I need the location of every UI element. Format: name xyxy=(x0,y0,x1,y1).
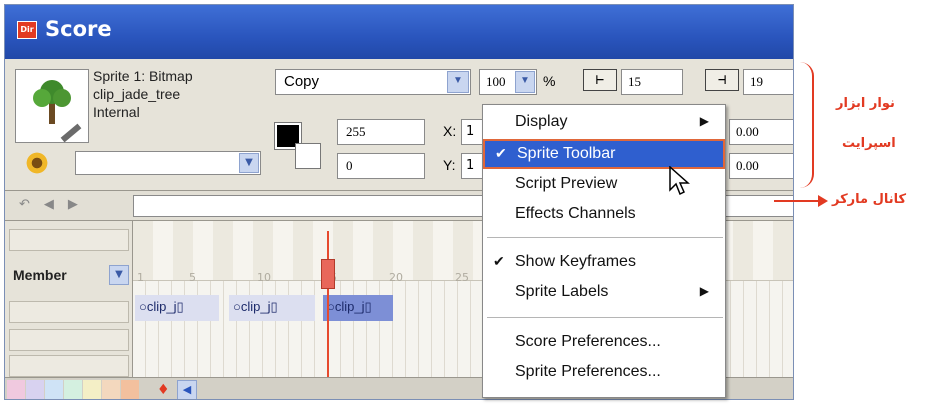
menu-item-label: Sprite Labels xyxy=(515,283,609,300)
chevron-down-icon[interactable]: ▼ xyxy=(515,71,535,93)
menu-separator xyxy=(487,237,723,238)
annotation-marker-channel: کانال مارکر xyxy=(832,192,907,207)
menu-item-label: Script Preview xyxy=(515,175,618,192)
skew-field[interactable]: 0.00 xyxy=(729,153,793,179)
blend-dropdown[interactable]: 100 ▼ xyxy=(479,69,537,95)
frame-number: 25 xyxy=(455,271,469,284)
menu-item-label: Show Keyframes xyxy=(515,253,636,270)
menu-item-label: Sprite Toolbar xyxy=(517,145,616,162)
playhead-handle[interactable] xyxy=(321,259,335,289)
menu-item-sprite-toolbar[interactable]: ✔ Sprite Toolbar xyxy=(483,139,725,169)
sprite-span-label: clip_j xyxy=(146,299,177,314)
frame-number: 20 xyxy=(389,271,403,284)
sprite-span-label: clip_j xyxy=(240,299,271,314)
sprite-span-selected[interactable]: ○clip_j▯ xyxy=(323,295,393,321)
mouse-pointer-icon xyxy=(669,166,690,196)
menu-separator xyxy=(487,317,723,318)
playhead-line xyxy=(327,231,329,377)
sprite-info: Sprite 1: Bitmap clip_jade_tree Internal xyxy=(93,67,193,121)
sprite-number-type: Sprite 1: Bitmap xyxy=(93,68,193,84)
background-color-field[interactable]: 0 xyxy=(337,153,425,179)
rotation-field[interactable]: 0.00 xyxy=(729,119,793,145)
background-color-chip[interactable] xyxy=(295,143,321,169)
annotation-arrow-icon xyxy=(774,195,828,207)
menu-item-label: Score Preferences... xyxy=(515,333,661,350)
behavior-inspector-icon[interactable] xyxy=(25,151,49,175)
color-chip[interactable] xyxy=(64,380,82,399)
submenu-arrow-icon: ▶ xyxy=(699,114,709,128)
color-chip[interactable] xyxy=(45,380,63,399)
sprite-span-label: clip_j xyxy=(334,299,365,314)
color-chip[interactable] xyxy=(7,380,25,399)
menu-item-score-preferences[interactable]: Score Preferences... xyxy=(483,329,725,359)
display-mode-label: Member xyxy=(13,267,67,283)
menu-item-label: Sprite Preferences... xyxy=(515,363,661,380)
color-chip[interactable] xyxy=(83,380,101,399)
window-title: Score xyxy=(45,17,112,41)
x-label: X: xyxy=(443,123,457,139)
annotation-bracket xyxy=(800,62,814,188)
checkmark-icon: ✔ xyxy=(493,253,505,269)
menu-item-sprite-preferences[interactable]: Sprite Preferences... xyxy=(483,359,725,389)
menu-item-sprite-labels[interactable]: Sprite Labels ▶ xyxy=(483,279,725,309)
menu-item-show-keyframes[interactable]: ✔ Show Keyframes xyxy=(483,249,725,279)
blend-value: 100 xyxy=(486,74,506,89)
ink-dropdown[interactable]: Copy ▼ xyxy=(275,69,471,95)
start-frame-field[interactable]: 15 xyxy=(621,69,683,95)
chevron-down-icon[interactable]: ▼ xyxy=(109,265,129,285)
marker-nav-icons[interactable]: ↶◀▶ xyxy=(19,197,92,212)
menu-item-display[interactable]: Display ▶ xyxy=(483,109,725,139)
color-chip[interactable] xyxy=(121,380,139,399)
playhead-indicator-icon: ♦ xyxy=(157,382,170,398)
chevron-down-icon[interactable]: ▼ xyxy=(239,153,259,173)
title-bar[interactable]: Dir Score xyxy=(5,5,793,59)
frame-number: 5 xyxy=(189,271,196,284)
start-frame-icon: ⊢ xyxy=(583,69,617,91)
channel-1-header[interactable] xyxy=(9,301,129,323)
frame-number: 1 xyxy=(137,271,144,284)
color-chip[interactable] xyxy=(26,380,44,399)
sprite-cast-library: Internal xyxy=(93,104,140,120)
annotation-sprite-toolbar-line1: نوار ابزار xyxy=(836,96,895,111)
channel-2-header[interactable] xyxy=(9,329,129,351)
sprite-member-name: clip_jade_tree xyxy=(93,86,181,102)
scroll-left-arrow-icon[interactable]: ◀ xyxy=(177,380,197,399)
end-frame-field[interactable]: 19 xyxy=(743,69,793,95)
submenu-arrow-icon: ▶ xyxy=(699,284,709,298)
menu-item-effects-channels[interactable]: Effects Channels xyxy=(483,201,725,231)
edit-pencil-icon xyxy=(60,123,82,143)
chevron-down-icon[interactable]: ▼ xyxy=(447,71,469,93)
behavior-dropdown[interactable]: ▼ xyxy=(75,151,261,175)
director-app-icon: Dir xyxy=(17,21,37,39)
menu-item-label: Effects Channels xyxy=(515,205,636,222)
ink-value: Copy xyxy=(284,73,320,90)
y-label: Y: xyxy=(443,157,456,173)
end-frame-icon: ⊣ xyxy=(705,69,739,91)
annotation-sprite-toolbar-line2: اسپرایت xyxy=(842,136,896,151)
sprite-thumbnail[interactable] xyxy=(15,69,89,143)
sprite-span[interactable]: ○clip_j▯ xyxy=(135,295,219,321)
channel-toggle[interactable] xyxy=(9,229,129,251)
frame-number: 10 xyxy=(257,271,271,284)
checkmark-icon: ✔ xyxy=(495,145,507,161)
channel-3-header[interactable] xyxy=(9,355,129,377)
tree-thumbnail-icon xyxy=(33,80,71,124)
score-context-menu: Display ▶ ✔ Sprite Toolbar Script Previe… xyxy=(482,104,726,398)
foreground-color-field[interactable]: 255 xyxy=(337,119,425,145)
blend-percent-label: % xyxy=(543,73,556,89)
channel-headers: Member ▼ xyxy=(5,221,133,399)
sprite-color-chips[interactable] xyxy=(7,380,140,399)
color-chip[interactable] xyxy=(102,380,120,399)
menu-item-label: Display xyxy=(515,113,568,130)
sprite-span[interactable]: ○clip_j▯ xyxy=(229,295,315,321)
